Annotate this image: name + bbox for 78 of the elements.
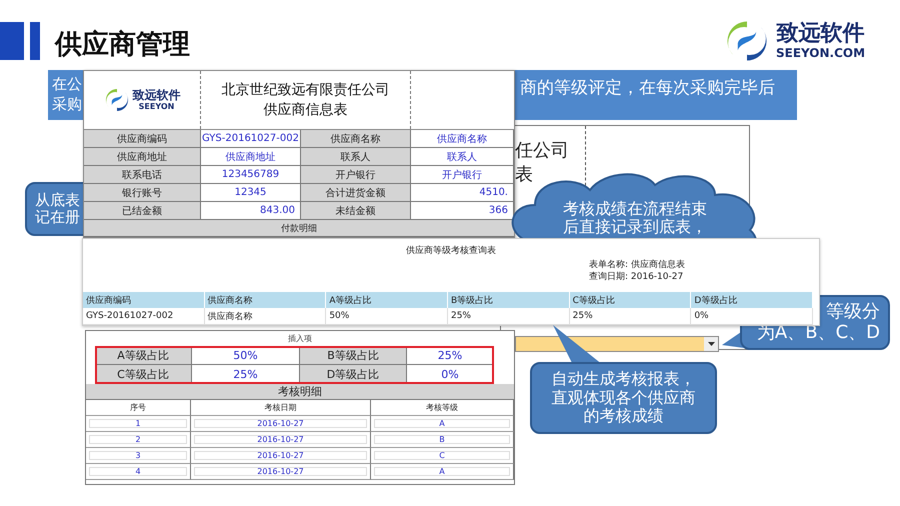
form-title: 供应商信息表 bbox=[264, 101, 348, 120]
table-cell: B bbox=[371, 432, 514, 448]
column-header: A等级占比 bbox=[326, 292, 448, 308]
field-value: 12345 bbox=[201, 184, 301, 202]
field-label: 供应商地址 bbox=[84, 148, 201, 166]
table-cell: A bbox=[371, 416, 514, 432]
table-cell: 2016-10-27 bbox=[191, 416, 371, 432]
company-name: 北京世纪致远有限责任公司 bbox=[222, 81, 390, 100]
field-value: 联系人 bbox=[411, 148, 514, 166]
table-cell: 3 bbox=[86, 448, 191, 464]
table-cell: 2 bbox=[86, 432, 191, 448]
field-value: 123456789 bbox=[201, 166, 301, 184]
logo-icon bbox=[104, 87, 130, 114]
field-value: GYS-20161027-002 bbox=[201, 130, 301, 148]
callout-text: 等级分 bbox=[826, 302, 880, 322]
logo-domain: SEEYON.COM bbox=[776, 46, 866, 60]
report-meta: 查询日期: 2016-10-27 bbox=[589, 271, 684, 283]
column-header: 供应商名称 bbox=[204, 292, 326, 308]
callout-text: 的考核成绩 bbox=[584, 407, 664, 426]
logo-name: 致远软件 bbox=[132, 89, 180, 102]
logo-domain: SEEYON bbox=[138, 102, 174, 112]
section-header: 付款明细 bbox=[84, 220, 514, 237]
callout-text: 从底表 bbox=[35, 192, 80, 209]
slide-title: 供应商管理 bbox=[55, 28, 190, 62]
table-cell: 供应商名称 bbox=[204, 308, 326, 325]
column-header: C等级占比 bbox=[570, 292, 692, 308]
field-label: 已结金额 bbox=[84, 202, 201, 220]
column-header: 考核日期 bbox=[191, 400, 371, 416]
table-cell: 4 bbox=[86, 464, 191, 480]
field-label: 银行账号 bbox=[84, 184, 201, 202]
table-cell: GYS-20161027-002 bbox=[83, 308, 205, 325]
column-header: 序号 bbox=[86, 400, 191, 416]
table-cell: 2016-10-27 bbox=[191, 432, 371, 448]
field-value: 4510. bbox=[411, 184, 514, 202]
accent-bar bbox=[0, 22, 24, 60]
field-label: 开户银行 bbox=[301, 166, 411, 184]
column-header: 供应商编码 bbox=[83, 292, 205, 308]
dropdown-field[interactable] bbox=[515, 336, 719, 352]
field-value: 366 bbox=[411, 202, 514, 220]
table-cell: 0% bbox=[691, 308, 813, 325]
table-cell: 2016-10-27 bbox=[191, 464, 371, 480]
field-value: 843.00 bbox=[201, 202, 301, 220]
field-label: 合计进货金额 bbox=[301, 184, 411, 202]
caret-icon bbox=[708, 342, 714, 346]
insert-label: 插入项 bbox=[287, 333, 313, 345]
table-cell: 25% bbox=[448, 308, 570, 325]
section-header: 考核明细 bbox=[86, 384, 514, 400]
banner-text: 采购 bbox=[52, 94, 82, 114]
field-label: 联系电话 bbox=[84, 166, 201, 184]
callout-text: 后直接记录到底表， bbox=[563, 218, 707, 237]
field-label: 未结金额 bbox=[301, 202, 411, 220]
callout-text: 自动生成考核报表， bbox=[552, 370, 696, 389]
field-value: 开户银行 bbox=[411, 166, 514, 184]
callout-text: 直观体现各个供应商 bbox=[552, 388, 696, 408]
table-cell: 2016-10-27 bbox=[191, 448, 371, 464]
column-header: 考核等级 bbox=[371, 400, 514, 416]
callout-text: 考核成绩在流程结束 bbox=[563, 200, 707, 218]
form-title: 任公司 bbox=[515, 139, 569, 162]
column-header: D等级占比 bbox=[691, 292, 813, 308]
field-label: 供应商名称 bbox=[301, 130, 411, 148]
table-cell: A bbox=[371, 464, 514, 480]
table-cell: 50% bbox=[326, 308, 448, 325]
logo-name: 致远软件 bbox=[776, 22, 865, 46]
accent-bar bbox=[30, 22, 40, 60]
table-cell: C bbox=[371, 448, 514, 464]
report-meta: 表单名称: 供应商信息表 bbox=[589, 259, 686, 271]
field-value: 供应商地址 bbox=[201, 148, 301, 166]
column-header: B等级占比 bbox=[448, 292, 570, 308]
table-cell: 1 bbox=[86, 416, 191, 432]
field-value: 供应商名称 bbox=[411, 130, 514, 148]
table-cell: 25% bbox=[570, 308, 692, 325]
form-title: 表 bbox=[515, 163, 533, 186]
callout-text: 记在册 bbox=[35, 209, 80, 226]
banner-text: 在公 bbox=[52, 74, 82, 94]
banner-text: 商的等级评定，在每次采购完毕后 bbox=[520, 77, 775, 99]
report-title: 供应商等级考核查询表 bbox=[406, 244, 496, 257]
field-label: 供应商编码 bbox=[84, 130, 201, 148]
field-label: 联系人 bbox=[301, 148, 411, 166]
